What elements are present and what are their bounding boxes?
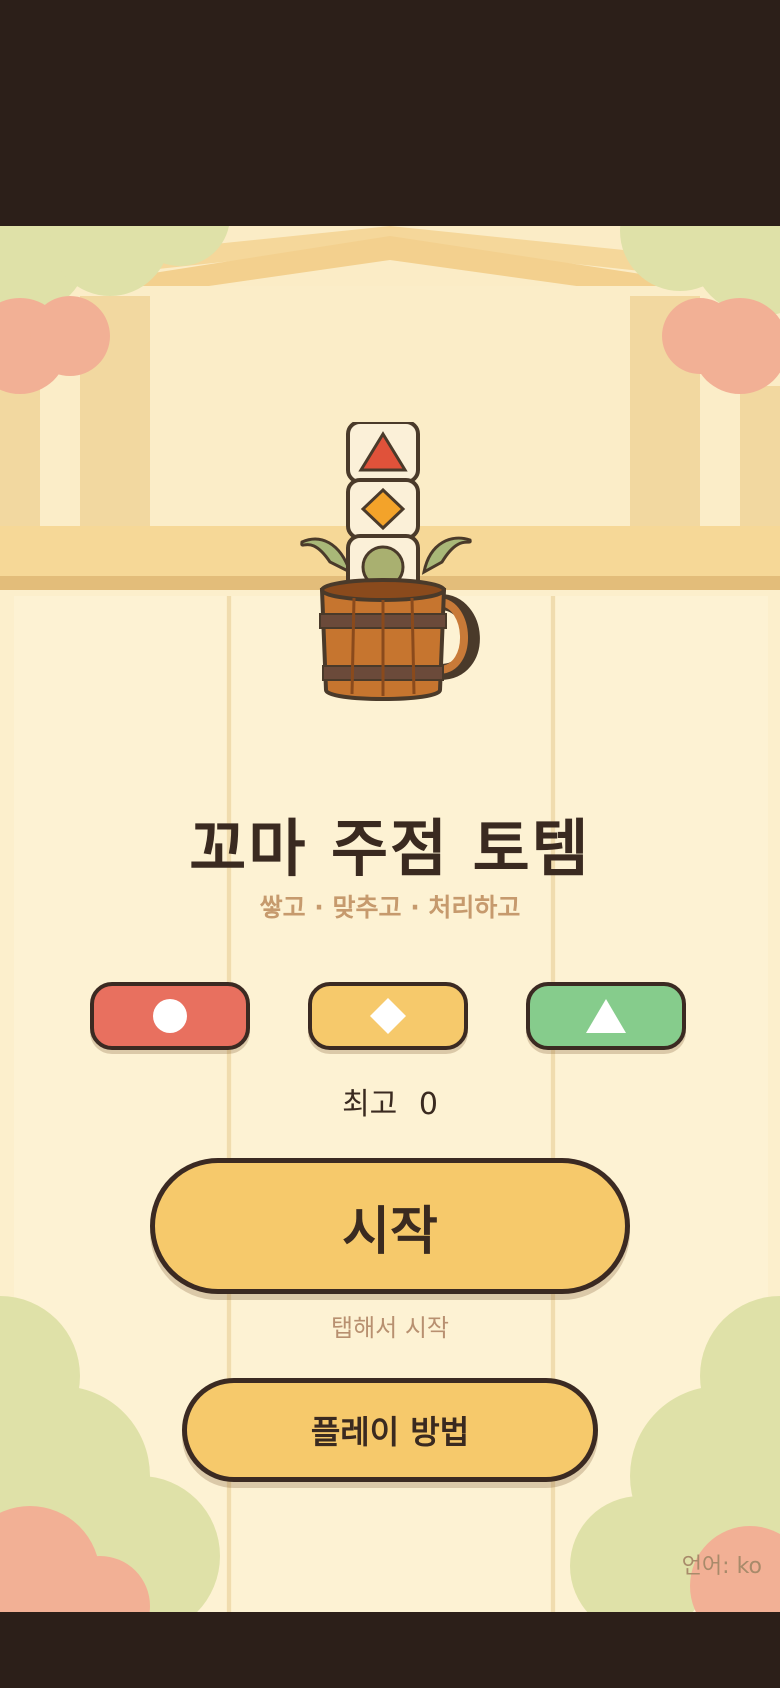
language-toggle[interactable]: 언어: ko (682, 1548, 762, 1580)
best-score: 최고 0 (0, 1079, 780, 1123)
triangle-icon (586, 999, 626, 1033)
totem-mug-icon (300, 422, 480, 701)
best-score-label: 최고 (342, 1087, 398, 1122)
triangle-shape-button[interactable] (526, 982, 686, 1050)
diamond-shape-button[interactable] (308, 982, 468, 1050)
circle-icon (153, 999, 187, 1033)
start-button[interactable]: 시작 (150, 1158, 630, 1294)
circle-shape-button[interactable] (90, 982, 250, 1050)
diamond-icon (370, 998, 406, 1034)
game-title: 꼬마 주점 토템 (189, 812, 591, 885)
start-hint: 탭해서 시작 (330, 1314, 450, 1342)
game-subtitle: 쌓고 · 맞추고 · 처리하고 (259, 893, 521, 922)
how-to-play-button[interactable]: 플레이 방법 (182, 1378, 598, 1482)
best-score-value: 0 (418, 1087, 438, 1122)
game-screen: 꼬마 주점 토템 쌓고 · 맞추고 · 처리하고 최고 0 시작 탭해서 시작 … (0, 226, 780, 1612)
